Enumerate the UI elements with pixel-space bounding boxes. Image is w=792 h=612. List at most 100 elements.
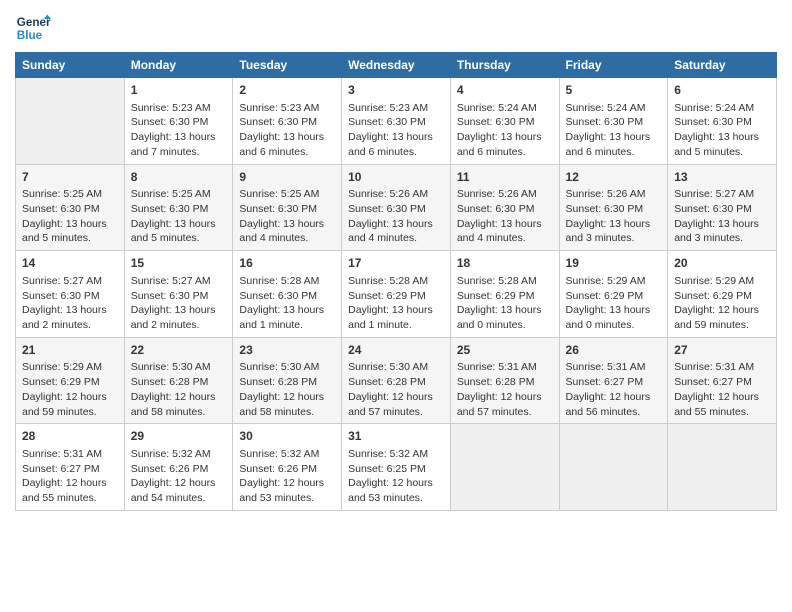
day-number: 17 xyxy=(348,255,444,272)
day-cell: 28 Sunrise: 5:31 AM Sunset: 6:27 PM Dayli… xyxy=(16,424,125,511)
day-number: 27 xyxy=(674,342,770,359)
day-number: 3 xyxy=(348,82,444,99)
header-cell-wednesday: Wednesday xyxy=(342,53,451,78)
day-cell: 3Sunrise: 5:23 AM Sunset: 6:30 PM Daylig… xyxy=(342,78,451,165)
day-info: Sunrise: 5:28 AM Sunset: 6:29 PM Dayligh… xyxy=(457,274,553,333)
day-info: Sunrise: 5:32 AM Sunset: 6:25 PM Dayligh… xyxy=(348,447,444,506)
day-cell: 2Sunrise: 5:23 AM Sunset: 6:30 PM Daylig… xyxy=(233,78,342,165)
day-cell: 20 Sunrise: 5:29 AM Sunset: 6:29 PM Dayli… xyxy=(668,251,777,338)
day-cell xyxy=(16,78,125,165)
week-row-3: 14 Sunrise: 5:27 AM Sunset: 6:30 PM Dayli… xyxy=(16,251,777,338)
day-info: Sunrise: 5:24 AM Sunset: 6:30 PM Dayligh… xyxy=(457,101,553,160)
day-number: 20 xyxy=(674,255,770,272)
day-number: 8 xyxy=(131,169,227,186)
day-info: Sunrise: 5:25 AM Sunset: 6:30 PM Dayligh… xyxy=(22,187,118,246)
day-info: Sunrise: 5:29 AM Sunset: 6:29 PM Dayligh… xyxy=(674,274,770,333)
day-number: 12 xyxy=(566,169,662,186)
day-info: Sunrise: 5:30 AM Sunset: 6:28 PM Dayligh… xyxy=(239,360,335,419)
day-cell: 27Sunrise: 5:31 AM Sunset: 6:27 PM Dayli… xyxy=(668,337,777,424)
day-number: 26 xyxy=(566,342,662,359)
day-number: 25 xyxy=(457,342,553,359)
day-cell: 15 Sunrise: 5:27 AM Sunset: 6:30 PM Dayli… xyxy=(124,251,233,338)
day-cell xyxy=(559,424,668,511)
day-cell xyxy=(668,424,777,511)
header-cell-saturday: Saturday xyxy=(668,53,777,78)
day-info: Sunrise: 5:27 AM Sunset: 6:30 PM Dayligh… xyxy=(22,274,118,333)
week-row-5: 28 Sunrise: 5:31 AM Sunset: 6:27 PM Dayli… xyxy=(16,424,777,511)
day-info: Sunrise: 5:25 AM Sunset: 6:30 PM Dayligh… xyxy=(239,187,335,246)
day-cell: 16Sunrise: 5:28 AM Sunset: 6:30 PM Dayli… xyxy=(233,251,342,338)
day-number: 15 xyxy=(131,255,227,272)
day-cell: 17 Sunrise: 5:28 AM Sunset: 6:29 PM Dayli… xyxy=(342,251,451,338)
day-number: 18 xyxy=(457,255,553,272)
day-cell: 26Sunrise: 5:31 AM Sunset: 6:27 PM Dayli… xyxy=(559,337,668,424)
day-info: Sunrise: 5:26 AM Sunset: 6:30 PM Dayligh… xyxy=(348,187,444,246)
svg-text:Blue: Blue xyxy=(17,29,43,42)
day-number: 30 xyxy=(239,428,335,445)
day-cell: 23Sunrise: 5:30 AM Sunset: 6:28 PM Dayli… xyxy=(233,337,342,424)
day-cell: 25Sunrise: 5:31 AM Sunset: 6:28 PM Dayli… xyxy=(450,337,559,424)
header-cell-friday: Friday xyxy=(559,53,668,78)
day-info: Sunrise: 5:26 AM Sunset: 6:30 PM Dayligh… xyxy=(566,187,662,246)
day-info: Sunrise: 5:31 AM Sunset: 6:28 PM Dayligh… xyxy=(457,360,553,419)
day-info: Sunrise: 5:28 AM Sunset: 6:29 PM Dayligh… xyxy=(348,274,444,333)
day-info: Sunrise: 5:31 AM Sunset: 6:27 PM Dayligh… xyxy=(22,447,118,506)
day-number: 21 xyxy=(22,342,118,359)
day-info: Sunrise: 5:27 AM Sunset: 6:30 PM Dayligh… xyxy=(674,187,770,246)
day-number: 23 xyxy=(239,342,335,359)
day-info: Sunrise: 5:30 AM Sunset: 6:28 PM Dayligh… xyxy=(348,360,444,419)
day-number: 9 xyxy=(239,169,335,186)
logo: General Blue xyxy=(15,10,55,46)
day-info: Sunrise: 5:30 AM Sunset: 6:28 PM Dayligh… xyxy=(131,360,227,419)
header-row: SundayMondayTuesdayWednesdayThursdayFrid… xyxy=(16,53,777,78)
day-info: Sunrise: 5:24 AM Sunset: 6:30 PM Dayligh… xyxy=(674,101,770,160)
week-row-4: 21Sunrise: 5:29 AM Sunset: 6:29 PM Dayli… xyxy=(16,337,777,424)
day-cell: 6Sunrise: 5:24 AM Sunset: 6:30 PM Daylig… xyxy=(668,78,777,165)
day-cell: 12Sunrise: 5:26 AM Sunset: 6:30 PM Dayli… xyxy=(559,164,668,251)
day-cell: 24Sunrise: 5:30 AM Sunset: 6:28 PM Dayli… xyxy=(342,337,451,424)
day-info: Sunrise: 5:26 AM Sunset: 6:30 PM Dayligh… xyxy=(457,187,553,246)
day-number: 1 xyxy=(131,82,227,99)
day-number: 5 xyxy=(566,82,662,99)
header-cell-tuesday: Tuesday xyxy=(233,53,342,78)
day-number: 11 xyxy=(457,169,553,186)
day-cell: 18 Sunrise: 5:28 AM Sunset: 6:29 PM Dayli… xyxy=(450,251,559,338)
day-cell: 31 Sunrise: 5:32 AM Sunset: 6:25 PM Dayli… xyxy=(342,424,451,511)
day-number: 31 xyxy=(348,428,444,445)
day-number: 2 xyxy=(239,82,335,99)
calendar-table: SundayMondayTuesdayWednesdayThursdayFrid… xyxy=(15,52,777,511)
day-info: Sunrise: 5:31 AM Sunset: 6:27 PM Dayligh… xyxy=(674,360,770,419)
day-info: Sunrise: 5:29 AM Sunset: 6:29 PM Dayligh… xyxy=(566,274,662,333)
day-cell: 14 Sunrise: 5:27 AM Sunset: 6:30 PM Dayli… xyxy=(16,251,125,338)
day-number: 22 xyxy=(131,342,227,359)
week-row-2: 7Sunrise: 5:25 AM Sunset: 6:30 PM Daylig… xyxy=(16,164,777,251)
day-number: 7 xyxy=(22,169,118,186)
day-info: Sunrise: 5:32 AM Sunset: 6:26 PM Dayligh… xyxy=(131,447,227,506)
day-cell: 29 Sunrise: 5:32 AM Sunset: 6:26 PM Dayli… xyxy=(124,424,233,511)
day-cell: 21Sunrise: 5:29 AM Sunset: 6:29 PM Dayli… xyxy=(16,337,125,424)
day-number: 10 xyxy=(348,169,444,186)
day-info: Sunrise: 5:32 AM Sunset: 6:26 PM Dayligh… xyxy=(239,447,335,506)
day-info: Sunrise: 5:28 AM Sunset: 6:30 PM Dayligh… xyxy=(239,274,335,333)
day-number: 13 xyxy=(674,169,770,186)
day-cell: 19Sunrise: 5:29 AM Sunset: 6:29 PM Dayli… xyxy=(559,251,668,338)
day-number: 4 xyxy=(457,82,553,99)
day-number: 24 xyxy=(348,342,444,359)
day-cell: 9Sunrise: 5:25 AM Sunset: 6:30 PM Daylig… xyxy=(233,164,342,251)
logo-icon: General Blue xyxy=(15,10,51,46)
day-info: Sunrise: 5:29 AM Sunset: 6:29 PM Dayligh… xyxy=(22,360,118,419)
day-cell: 13Sunrise: 5:27 AM Sunset: 6:30 PM Dayli… xyxy=(668,164,777,251)
day-info: Sunrise: 5:27 AM Sunset: 6:30 PM Dayligh… xyxy=(131,274,227,333)
day-cell: 22Sunrise: 5:30 AM Sunset: 6:28 PM Dayli… xyxy=(124,337,233,424)
day-number: 28 xyxy=(22,428,118,445)
day-cell: 10Sunrise: 5:26 AM Sunset: 6:30 PM Dayli… xyxy=(342,164,451,251)
day-cell: 4 Sunrise: 5:24 AM Sunset: 6:30 PM Daylig… xyxy=(450,78,559,165)
day-cell: 8Sunrise: 5:25 AM Sunset: 6:30 PM Daylig… xyxy=(124,164,233,251)
day-cell xyxy=(450,424,559,511)
day-number: 29 xyxy=(131,428,227,445)
day-cell: 30 Sunrise: 5:32 AM Sunset: 6:26 PM Dayli… xyxy=(233,424,342,511)
day-info: Sunrise: 5:23 AM Sunset: 6:30 PM Dayligh… xyxy=(131,101,227,160)
day-number: 14 xyxy=(22,255,118,272)
day-cell: 7Sunrise: 5:25 AM Sunset: 6:30 PM Daylig… xyxy=(16,164,125,251)
header-cell-sunday: Sunday xyxy=(16,53,125,78)
